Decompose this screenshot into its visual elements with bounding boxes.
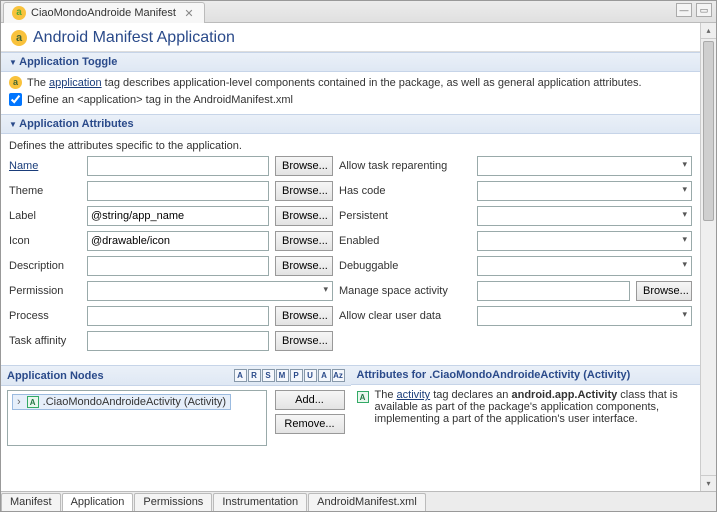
attr-label: Manage space activity bbox=[339, 285, 471, 297]
attr-label[interactable]: Name bbox=[9, 160, 81, 172]
browse-button[interactable]: Browse... bbox=[275, 156, 333, 176]
close-icon[interactable]: ✕ bbox=[182, 7, 196, 20]
bottom-tab[interactable]: Permissions bbox=[134, 493, 212, 511]
define-application-label: Define an <application> tag in the Andro… bbox=[27, 94, 293, 106]
browse-button[interactable]: Browse... bbox=[275, 331, 333, 351]
page-title: Android Manifest Application bbox=[33, 29, 235, 47]
android-icon: a bbox=[12, 6, 26, 20]
filter-icon[interactable]: A bbox=[234, 369, 247, 382]
application-nodes-tree[interactable]: A .CiaoMondoAndroideActivity (Activity) bbox=[7, 390, 267, 446]
attr-label: Allow clear user data bbox=[339, 310, 471, 322]
section-label: Attributes for .CiaoMondoAndroideActivit… bbox=[357, 369, 631, 381]
attr-label: Has code bbox=[339, 185, 471, 197]
attr-input[interactable] bbox=[87, 331, 269, 351]
attr-dropdown[interactable] bbox=[477, 181, 692, 201]
minimize-icon[interactable]: — bbox=[676, 3, 692, 17]
attr-label: Allow task reparenting bbox=[339, 160, 471, 172]
class-name: android.app.Activity bbox=[511, 389, 617, 401]
application-nodes-header[interactable]: Application Nodes ARSMPUAAz bbox=[1, 365, 351, 386]
activity-link[interactable]: activity bbox=[397, 389, 431, 401]
attr-label: Theme bbox=[9, 185, 81, 197]
browse-button[interactable]: Browse... bbox=[275, 306, 333, 326]
vertical-scrollbar[interactable]: ▴ ▾ bbox=[700, 23, 716, 491]
attr-label: Label bbox=[9, 210, 81, 222]
define-application-checkbox-row[interactable]: Define an <application> tag in the Andro… bbox=[9, 93, 692, 106]
text: The bbox=[27, 77, 49, 89]
application-toggle-desc: a The application tag describes applicat… bbox=[9, 76, 692, 89]
bottom-tab[interactable]: Manifest bbox=[1, 493, 61, 511]
remove-button[interactable]: Remove... bbox=[275, 414, 345, 434]
add-button[interactable]: Add... bbox=[275, 390, 345, 410]
scroll-up-icon[interactable]: ▴ bbox=[701, 23, 716, 39]
attributes-intro: Defines the attributes specific to the a… bbox=[9, 140, 692, 152]
attr-dropdown[interactable] bbox=[477, 156, 692, 176]
filter-icon[interactable]: U bbox=[304, 369, 317, 382]
filter-icon[interactable]: R bbox=[248, 369, 261, 382]
filter-icon[interactable]: M bbox=[276, 369, 289, 382]
browse-button[interactable]: Browse... bbox=[636, 281, 692, 301]
bottom-tab[interactable]: Instrumentation bbox=[213, 493, 307, 511]
bottom-tab[interactable]: Application bbox=[62, 493, 134, 511]
scroll-down-icon[interactable]: ▾ bbox=[701, 475, 716, 491]
attributes-grid: Name Browse... Allow task reparenting Theme… bbox=[9, 156, 692, 351]
editor-main: a Android Manifest Application Applicati… bbox=[1, 23, 700, 491]
filter-icon[interactable]: Az bbox=[332, 369, 345, 382]
attr-dropdown[interactable] bbox=[477, 231, 692, 251]
activity-desc: The activity tag declares an android.app… bbox=[375, 389, 695, 425]
attr-input[interactable] bbox=[87, 156, 269, 176]
attr-label: Enabled bbox=[339, 235, 471, 247]
section-label: Application Nodes bbox=[7, 370, 104, 382]
page-title-row: a Android Manifest Application bbox=[1, 23, 700, 52]
browse-button[interactable]: Browse... bbox=[275, 256, 333, 276]
attr-label: Task affinity bbox=[9, 335, 81, 347]
activity-icon: A bbox=[27, 396, 39, 408]
editor-tab[interactable]: a CiaoMondoAndroide Manifest ✕ bbox=[3, 2, 205, 23]
tree-item-activity[interactable]: A .CiaoMondoAndroideActivity (Activity) bbox=[12, 394, 231, 410]
filter-icon[interactable]: A bbox=[318, 369, 331, 382]
android-icon: a bbox=[9, 76, 22, 89]
filter-icon[interactable]: P bbox=[290, 369, 303, 382]
attr-dropdown[interactable] bbox=[87, 281, 333, 301]
attr-input[interactable] bbox=[87, 306, 269, 326]
bottom-tab-bar: ManifestApplicationPermissionsInstrument… bbox=[1, 491, 716, 511]
attr-input[interactable] bbox=[87, 231, 269, 251]
attributes-for-header[interactable]: Attributes for .CiaoMondoAndroideActivit… bbox=[351, 365, 701, 385]
browse-button[interactable]: Browse... bbox=[275, 206, 333, 226]
filter-icon[interactable]: S bbox=[262, 369, 275, 382]
android-icon: a bbox=[11, 30, 27, 46]
attr-label: Description bbox=[9, 260, 81, 272]
node-filter-icons: ARSMPUAAz bbox=[234, 369, 345, 382]
browse-button[interactable]: Browse... bbox=[275, 181, 333, 201]
attr-input[interactable] bbox=[87, 181, 269, 201]
section-application-attributes-header[interactable]: Application Attributes bbox=[1, 114, 700, 134]
scroll-thumb[interactable] bbox=[703, 41, 714, 221]
attr-label: Permission bbox=[9, 285, 81, 297]
maximize-icon[interactable]: ▭ bbox=[696, 3, 712, 17]
browse-button[interactable]: Browse... bbox=[275, 231, 333, 251]
section-application-toggle-header[interactable]: Application Toggle bbox=[1, 52, 700, 72]
application-link[interactable]: application bbox=[49, 77, 102, 89]
attr-label: Debuggable bbox=[339, 260, 471, 272]
activity-icon: A bbox=[357, 391, 369, 403]
attr-label: Process bbox=[9, 310, 81, 322]
attr-input[interactable] bbox=[477, 281, 630, 301]
attr-label: Persistent bbox=[339, 210, 471, 222]
bottom-tab[interactable]: AndroidManifest.xml bbox=[308, 493, 426, 511]
text: tag describes application-level componen… bbox=[102, 77, 642, 89]
define-application-checkbox[interactable] bbox=[9, 93, 22, 106]
attr-label: Icon bbox=[9, 235, 81, 247]
top-tab-bar: a CiaoMondoAndroide Manifest ✕ — ▭ bbox=[1, 1, 716, 23]
attr-dropdown[interactable] bbox=[477, 206, 692, 226]
attr-dropdown[interactable] bbox=[477, 256, 692, 276]
tree-item-label: .CiaoMondoAndroideActivity (Activity) bbox=[43, 396, 226, 408]
editor-tab-label: CiaoMondoAndroide Manifest bbox=[31, 7, 176, 19]
attr-input[interactable] bbox=[87, 256, 269, 276]
attr-dropdown[interactable] bbox=[477, 306, 692, 326]
attr-input[interactable] bbox=[87, 206, 269, 226]
